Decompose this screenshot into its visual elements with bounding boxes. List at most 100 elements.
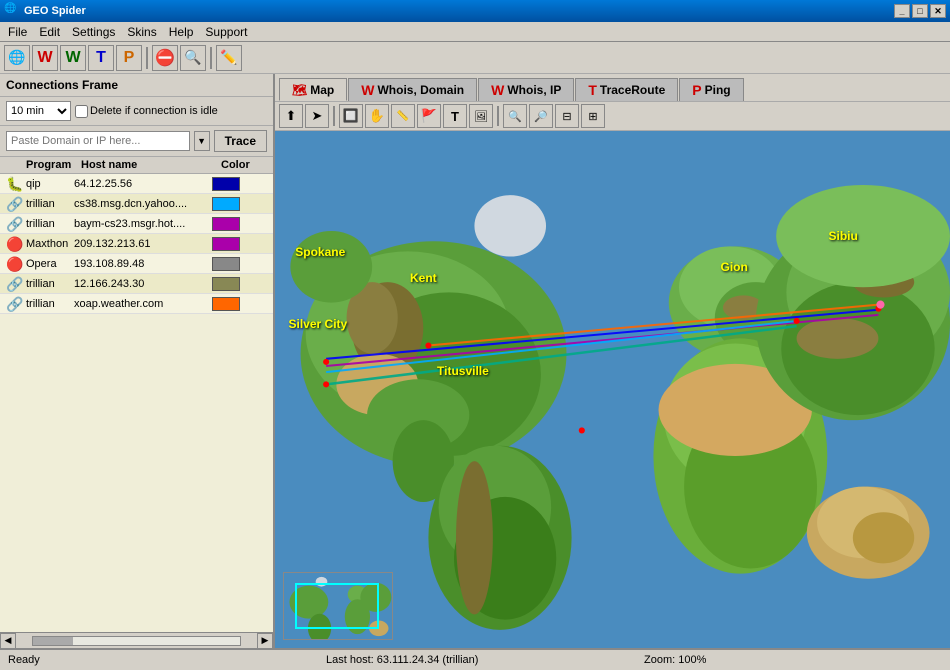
map-container[interactable]: Spokane Kent Silver City Titusville Gion… [275,131,950,648]
domain-input[interactable] [6,131,190,151]
zoom-in-btn[interactable]: 🔍 [503,104,527,128]
conn-table-header: Program Host name Color [0,157,273,174]
conn-icon: 🔗 [6,296,22,312]
tab-map[interactable]: 🗺Map [279,78,347,101]
scroll-right-btn[interactable]: ▶ [257,633,273,649]
connections-table: 🐛 qip 64.12.25.56 🔗 trillian cs38.msg.dc… [0,174,273,632]
app-title: GEO Spider [24,5,894,17]
image-btn[interactable]: 🖼 [469,104,493,128]
connections-frame-label: Connections Frame [6,78,118,92]
tab-whois-domain[interactable]: WWhois, Domain [348,78,477,101]
menu-settings[interactable]: Settings [66,23,121,41]
header-program: Program [26,159,81,171]
conn-icon: 🔗 [6,276,22,292]
status-bar: Ready Last host: 63.111.24.34 (trillian)… [0,648,950,670]
conn-icon: 🐛 [6,176,22,192]
scroll-left-btn[interactable]: ◀ [0,633,16,649]
scroll-thumb [33,637,73,645]
conn-color-swatch [212,177,240,191]
mini-map [283,572,393,640]
menu-skins[interactable]: Skins [121,23,162,41]
connections-controls: 10 min 5 min 15 min 30 min Delete if con… [0,97,273,126]
nav-up-btn[interactable]: ⬆ [279,104,303,128]
flag-btn[interactable]: 🚩 [417,104,441,128]
conn-host: 12.166.243.30 [74,278,212,290]
t-toolbar-btn[interactable]: T [88,45,114,71]
conn-icon: 🔴 [6,256,22,272]
main-toolbar: 🌐 W W T P ⛔ 🔍 ✏️ [0,42,950,74]
status-last-host: Last host: 63.111.24.34 (trillian) [326,654,624,666]
idle-time-select[interactable]: 10 min 5 min 15 min 30 min [6,101,71,121]
traceroute-icon: T [588,82,597,98]
domain-dropdown-btn[interactable]: ▼ [194,131,210,151]
cursor-toolbar-btn[interactable]: ✏️ [216,45,242,71]
table-row[interactable]: 🔗 trillian xoap.weather.com [0,294,273,314]
left-panel: Connections Frame 10 min 5 min 15 min 30… [0,74,275,648]
conn-color-swatch [212,257,240,271]
table-row[interactable]: 🐛 qip 64.12.25.56 [0,174,273,194]
header-color: Color [221,159,261,171]
menu-help[interactable]: Help [163,23,200,41]
conn-color-swatch [212,237,240,251]
hand-pan-btn[interactable]: ✋ [365,104,389,128]
ping-icon: P [692,82,701,98]
delete-idle-checkbox[interactable] [75,105,88,118]
delete-idle-label: Delete if connection is idle [75,105,218,118]
menu-edit[interactable]: Edit [33,23,66,41]
table-row[interactable]: 🔴 Maxthon 209.132.213.61 [0,234,273,254]
stop-toolbar-btn[interactable]: ⛔ [152,45,178,71]
toolbar-sep1 [146,47,148,69]
maximize-button[interactable]: □ [912,4,928,18]
ruler-btn[interactable]: 📏 [391,104,415,128]
status-zoom: Zoom: 100% [644,654,942,666]
tabs-row: 🗺MapWWhois, DomainWWhois, IPTTraceRouteP… [275,74,950,101]
menu-bar: File Edit Settings Skins Help Support [0,22,950,42]
tab-traceroute[interactable]: TTraceRoute [575,78,678,101]
text-tool-btn[interactable]: T [443,104,467,128]
table-row[interactable]: 🔗 trillian cs38.msg.dcn.yahoo.... [0,194,273,214]
conn-host: cs38.msg.dcn.yahoo.... [74,198,212,210]
conn-host: 64.12.25.56 [74,178,212,190]
trace-button[interactable]: Trace [214,130,267,152]
header-host: Host name [81,159,221,171]
nav-right-btn[interactable]: ➤ [305,104,329,128]
globe-toolbar-btn[interactable]: 🌐 [4,45,30,71]
tab-label: Whois, IP [507,83,561,97]
zoom-window-btn[interactable]: ⊞ [581,104,605,128]
tab-ping[interactable]: PPing [679,78,743,101]
conn-icon: 🔴 [6,236,22,252]
map-toolbar: ⬆ ➤ 🔲 ✋ 📏 🚩 T 🖼 🔍 🔎 ⊟ ⊞ [275,101,950,131]
tab-whois-ip[interactable]: WWhois, IP [478,78,574,101]
mini-map-inner [284,573,392,639]
toolbar-sep2 [210,47,212,69]
p-toolbar-btn[interactable]: P [116,45,142,71]
conn-color-swatch [212,217,240,231]
menu-support[interactable]: Support [199,23,253,41]
zoom-fit-btn[interactable]: ⊟ [555,104,579,128]
conn-color-swatch [212,277,240,291]
w2-toolbar-btn[interactable]: W [60,45,86,71]
search-toolbar-btn[interactable]: 🔍 [180,45,206,71]
scroll-track [32,636,241,646]
table-row[interactable]: 🔴 Opera 193.108.89.48 [0,254,273,274]
map-tab-icon: 🗺 [292,83,307,97]
conn-host: xoap.weather.com [74,298,212,310]
mini-map-svg [284,573,392,639]
conn-program: qip [26,178,74,190]
close-button[interactable]: ✕ [930,4,946,18]
table-row[interactable]: 🔗 trillian baym-cs23.msgr.hot.... [0,214,273,234]
menu-file[interactable]: File [2,23,33,41]
zoom-out-btn[interactable]: 🔎 [529,104,553,128]
w1-toolbar-btn[interactable]: W [32,45,58,71]
zoom-region-btn[interactable]: 🔲 [339,104,363,128]
delete-idle-text: Delete if connection is idle [90,105,218,117]
table-row[interactable]: 🔗 trillian 12.166.243.30 [0,274,273,294]
conn-host: 193.108.89.48 [74,258,212,270]
tab-label: Whois, Domain [377,83,464,97]
conn-icon: 🔗 [6,196,22,212]
conn-host: baym-cs23.msgr.hot.... [74,218,212,230]
window-controls[interactable]: _ □ ✕ [894,4,946,18]
whois-ip-icon: W [491,82,504,98]
minimize-button[interactable]: _ [894,4,910,18]
left-scrollbar[interactable]: ◀ ▶ [0,632,273,648]
